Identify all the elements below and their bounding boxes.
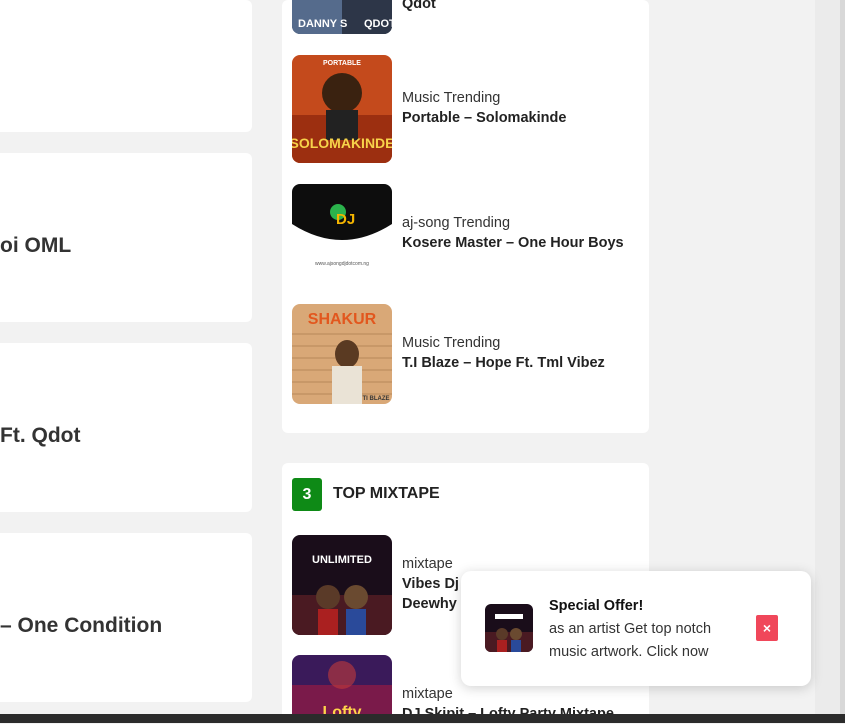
bottom-bar [0,714,845,723]
art-text: UNLIMITED [312,554,372,566]
art-text: DJ [336,211,355,228]
song-title-link[interactable]: Kosere Master – One Hour Boys [402,233,642,253]
art-caption: www.ajsongdjdotcom.ng [315,261,369,267]
song-title-link[interactable]: Portable – Solomakinde [402,108,642,128]
left-post-title[interactable]: – One Condition [0,614,162,638]
art-text: DANNY S [298,18,347,30]
art-text: SHAKUR [308,311,377,328]
song-title-link[interactable]: T.I Blaze – Hope Ft. Tml Vibez [402,353,642,373]
song-title-link[interactable]: Qdot [402,0,642,14]
cover-art-unlimited-mixtape[interactable]: UNLIMITED [292,535,392,635]
cover-art-portable[interactable]: PORTABLE SOLOMAKINDE [292,55,392,163]
left-post-title[interactable]: oi OML [0,234,71,258]
category-label[interactable]: aj-song Trending [402,213,642,233]
art-text: QDOT [364,18,392,30]
cover-art-lofty-party[interactable]: Lofty [292,655,392,723]
art-text: TI BLAZE [363,396,390,402]
category-label[interactable]: mixtape [402,684,642,704]
popup-thumbnail [485,604,533,652]
trending-item-meta: aj-song Trending Kosere Master – One Hou… [402,213,642,253]
popup-title: Special Offer! [549,598,644,614]
cover-art-ti-blaze[interactable]: SHAKUR TI BLAZE [292,304,392,404]
close-button[interactable]: × [756,615,778,641]
category-label[interactable]: Music Trending [402,333,642,353]
left-post-title[interactable]: Ft. Qdot [0,424,80,448]
trending-item-meta: Qdot [402,0,642,14]
cover-art-kosere-master[interactable]: DJ www.ajsongdjdotcom.ng [292,184,392,284]
section-number-badge: 3 [292,478,322,511]
art-text: PORTABLE [323,60,361,67]
section-title: TOP MIXTAPE [333,485,440,502]
special-offer-popup[interactable]: Special Offer! as an artist Get top notc… [461,571,811,686]
trending-item-meta: Music Trending Portable – Solomakinde [402,88,642,128]
category-label[interactable]: Music Trending [402,88,642,108]
scrollbar[interactable] [840,0,845,723]
trending-item-meta: Music Trending T.I Blaze – Hope Ft. Tml … [402,333,642,373]
art-text: SOLOMAKINDE [292,135,392,151]
left-card-1 [0,0,252,132]
cover-art-danny-s-qdot[interactable]: DANNY S QDOT [292,0,392,34]
popup-message[interactable]: as an artist Get top notch music artwork… [549,618,739,664]
